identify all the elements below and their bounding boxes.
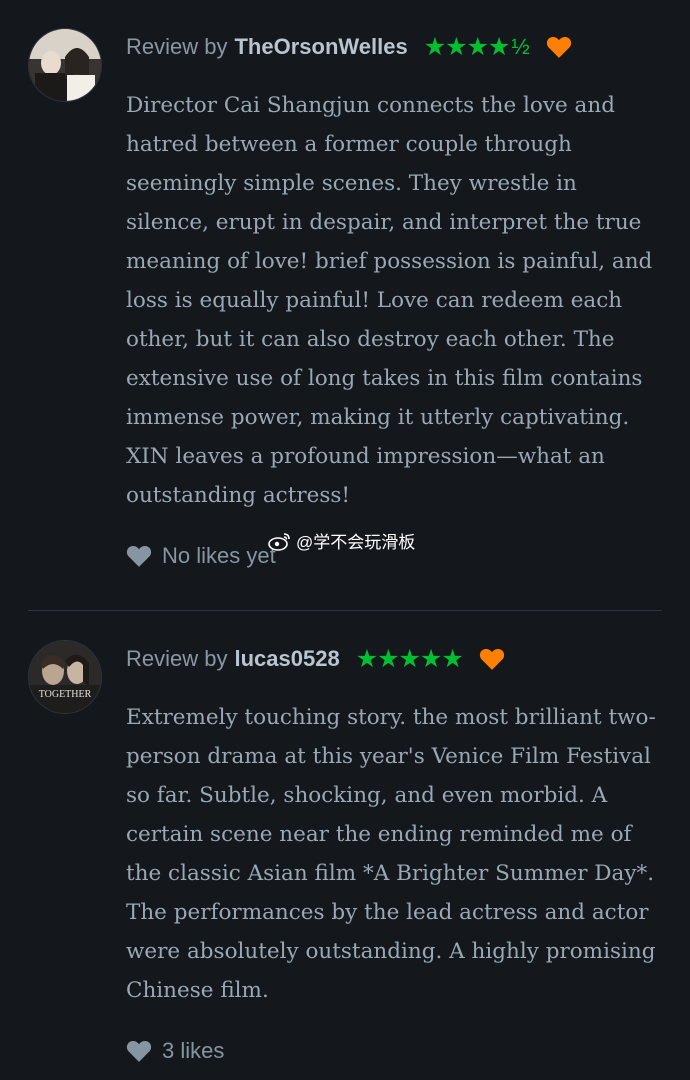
watermark: @学不会玩滑板: [268, 528, 415, 553]
avatar[interactable]: [28, 28, 102, 102]
avatar[interactable]: TOGETHER: [28, 640, 102, 714]
review-body: Director Cai Shangjun connects the love …: [126, 93, 653, 508]
username-link[interactable]: TheOrsonWelles: [234, 34, 407, 60]
weibo-icon: [268, 532, 290, 551]
review-header: Review by lucas0528 ★★★★★: [126, 642, 505, 676]
liked-heart-icon: [479, 648, 504, 670]
review-header: Review by TheOrsonWelles ★★★★ ½: [126, 30, 572, 64]
like-heart-icon[interactable]: [126, 1039, 152, 1063]
review-body: Extremely touching story. the most brill…: [126, 705, 656, 1003]
likes-count: 3 likes: [162, 1038, 225, 1063]
avatar-image: [29, 29, 101, 101]
stars-full: ★★★★: [423, 33, 511, 61]
likes-count: No likes yet: [162, 543, 276, 568]
review-divider: [28, 610, 662, 611]
watermark-text: @学不会玩滑板: [296, 533, 416, 552]
likes-row[interactable]: 3 likes: [126, 1036, 224, 1066]
review-by-label: Review by: [126, 646, 228, 671]
like-heart-icon[interactable]: [126, 544, 152, 568]
username-link[interactable]: lucas0528: [234, 646, 339, 672]
star-rating: ★★★★★: [355, 644, 464, 674]
avatar-caption: TOGETHER: [39, 689, 92, 700]
star-half: ½: [511, 34, 530, 59]
avatar-image: TOGETHER: [29, 641, 101, 713]
likes-row[interactable]: No likes yet: [126, 541, 276, 571]
stars-full: ★★★★★: [355, 645, 464, 673]
liked-heart-icon: [546, 36, 571, 58]
star-rating: ★★★★ ½: [424, 32, 530, 62]
review-by-label: Review by: [126, 34, 228, 59]
